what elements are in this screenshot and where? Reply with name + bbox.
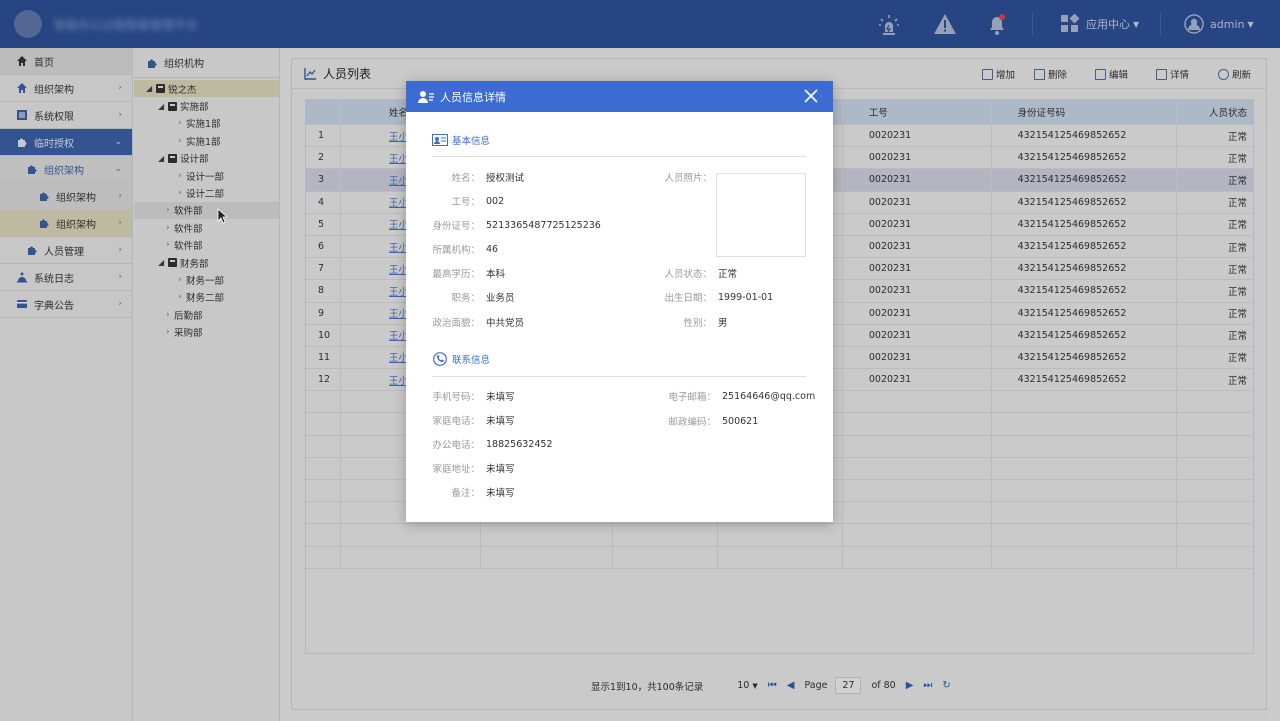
field-address: 家庭地址： 未填写 [432,464,515,475]
field-id-no: 身份证号： 5213365487725125236 [432,219,601,233]
contact-info-section-title: 联系信息 [432,352,490,366]
field-photo-label: 人员照片： [664,173,712,184]
id-card-icon [432,134,448,146]
field-birth-date: 出生日期： 1999-01-01 [664,291,774,305]
mouse-cursor-icon [217,208,229,224]
field-email: 电子邮箱： 25164646@qq.com [668,390,816,404]
close-icon[interactable] [803,88,819,104]
dialog-header: 人员信息详情 [406,81,833,112]
staff-photo [716,173,806,257]
user-card-icon [418,90,434,103]
field-gender: 性别：男 [683,318,728,329]
field-org: 所属机构： 46 [432,243,499,257]
phone-icon [433,352,447,366]
field-zip: 邮政编码： 500621 [668,415,759,429]
section-divider [432,376,806,377]
staff-detail-dialog: 人员信息详情 基本信息 姓名： 授权测试 工号： 002 身份证号： 52133654… [406,81,833,522]
field-mobile: 手机号码： 未填写 [432,392,515,403]
field-name: 姓名： 授权测试 [451,173,525,184]
field-remark: 备注： 未填写 [451,488,515,499]
field-education: 最高学历： 本科 [432,269,506,280]
field-office-phone: 办公电话： 18825632452 [432,438,553,452]
field-job-no: 工号： 002 [451,195,505,209]
field-duty: 职务： 业务员 [451,293,515,304]
section-divider [432,156,806,157]
field-home-phone: 家庭电话： 未填写 [432,416,515,427]
field-politics: 政治面貌： 中共党员 [432,318,525,329]
basic-info-section-title: 基本信息 [432,133,490,147]
dialog-title: 人员信息详情 [440,90,506,104]
field-status: 人员状态： 正常 [664,269,738,280]
